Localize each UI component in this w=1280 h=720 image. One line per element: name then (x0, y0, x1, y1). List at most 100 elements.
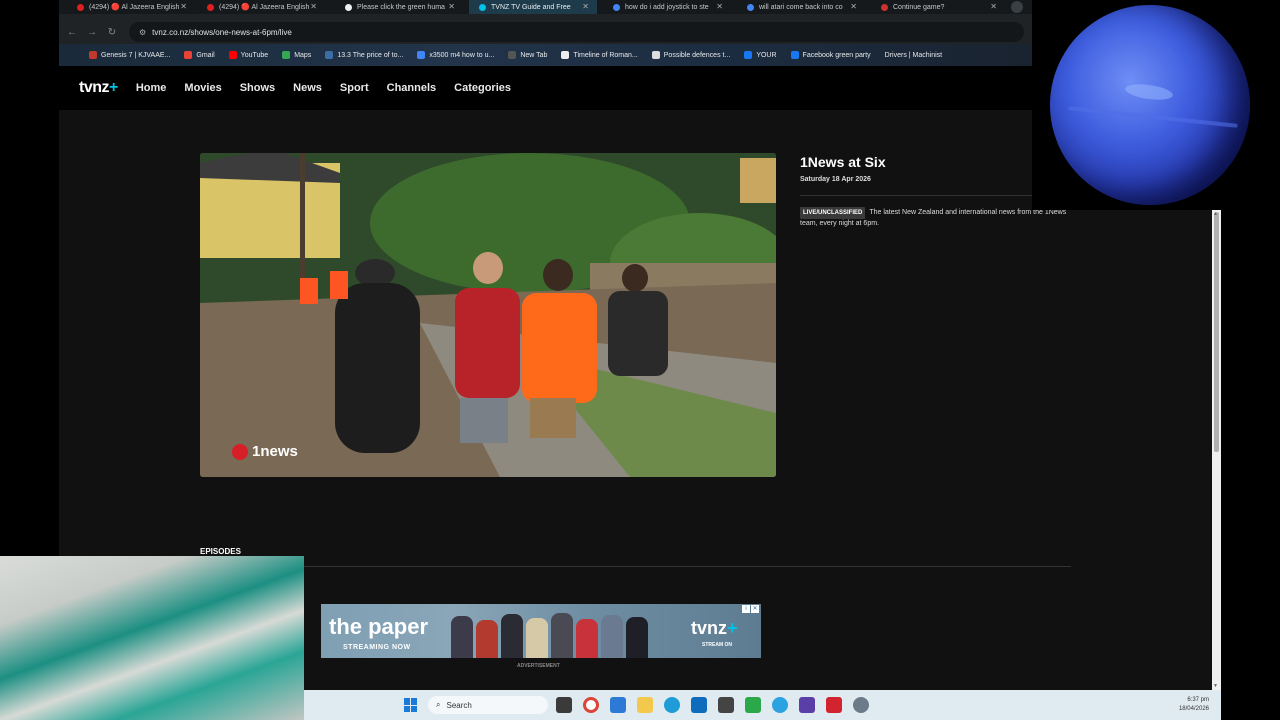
episodes-heading: EPISODES (200, 547, 241, 556)
bookmark-item[interactable]: Genesis 7 | KJVAAE... (89, 51, 170, 59)
bookmark-favicon-icon (417, 51, 426, 59)
browser-tab[interactable]: Please click the green huma ✕ (335, 0, 463, 14)
bookmark-item[interactable]: 13.3 The price of to... (325, 51, 403, 59)
1news-logo-icon (232, 443, 248, 460)
browser-tab[interactable]: (4294) 🔴 Al Jazeera English ✕ (197, 0, 325, 14)
reload-icon[interactable]: ↻ (105, 25, 119, 39)
bookmark-item[interactable]: Maps (282, 51, 311, 59)
bookmark-favicon-icon (651, 51, 660, 59)
nav-home[interactable]: Home (136, 82, 167, 94)
ad-brand-logo: tvnz+ (691, 618, 738, 639)
outlook-icon[interactable] (691, 697, 707, 713)
ad-brand-sub: STREAM ON (702, 642, 732, 648)
app-icon[interactable] (799, 697, 815, 713)
bookmark-label: New Tab (520, 51, 548, 59)
nav-shows[interactable]: Shows (240, 82, 275, 94)
close-icon[interactable]: ✕ (180, 2, 187, 11)
nav-categories[interactable]: Categories (454, 82, 511, 94)
tab-bar: (4294) 🔴 Al Jazeera English ✕ (4294) 🔴 A… (59, 0, 1032, 14)
classification-badge: LIVE/UNCLASSIFIED (800, 207, 866, 219)
forward-arrow-icon[interactable]: → (85, 25, 99, 39)
bookmark-label: YOUR (756, 51, 777, 59)
tvnz-logo[interactable]: tvnz+ (79, 79, 118, 97)
tab-favicon-icon (613, 3, 620, 11)
close-icon[interactable]: ✕ (990, 2, 997, 11)
1news-watermark-text: 1news (252, 443, 298, 460)
bookmark-item[interactable]: New Tab (508, 51, 547, 59)
nav-movies[interactable]: Movies (184, 82, 221, 94)
close-icon[interactable]: ✕ (582, 2, 589, 11)
ad-title: the paper (329, 614, 429, 639)
file-explorer-icon[interactable] (637, 697, 653, 713)
bookmark-label: Possible defences t... (663, 51, 731, 59)
browser-tab[interactable]: (4294) 🔴 Al Jazeera English ✕ (67, 0, 195, 14)
bookmark-label: Drivers | Machinist (884, 51, 943, 59)
bookmark-favicon-icon (790, 51, 799, 59)
video-frame (200, 153, 776, 477)
acrobat-icon[interactable] (826, 697, 842, 713)
back-arrow-icon[interactable]: ← (65, 25, 79, 39)
browser-tab[interactable]: Continue game? ✕ (871, 0, 1005, 14)
scrollbar-thumb[interactable] (1214, 212, 1219, 452)
bookmark-label: Timeline of Roman... (573, 51, 638, 59)
ad-brand-plus: + (727, 618, 738, 638)
bookmark-favicon-icon (282, 51, 291, 59)
browser-tab-active[interactable]: TVNZ TV Guide and Free ✕ (469, 0, 597, 14)
tab-favicon-icon (747, 3, 754, 11)
new-tab-button[interactable] (1011, 1, 1023, 13)
store-icon[interactable] (610, 697, 626, 713)
page-scrollbar[interactable] (1212, 210, 1221, 690)
bookmark-item[interactable]: Possible defences t... (651, 51, 731, 59)
nav-news[interactable]: News (293, 82, 322, 94)
scroll-down-icon[interactable]: ▼ (1213, 683, 1218, 689)
game-app-icon[interactable] (745, 697, 761, 713)
telegram-icon[interactable] (772, 697, 788, 713)
bookmark-label: 13.3 The price of to... (337, 51, 404, 59)
calculator-icon[interactable] (718, 697, 734, 713)
browser-tab[interactable]: how do i add joystick to ste ✕ (603, 0, 731, 14)
chrome-icon[interactable] (583, 697, 599, 713)
advertisement-banner[interactable]: the paper STREAMING NOW tvnz+ STREAM ON … (321, 604, 761, 658)
edge-icon[interactable] (664, 697, 680, 713)
task-view-icon[interactable] (556, 697, 572, 713)
clock-time: 6:37 pm (1187, 697, 1209, 703)
bookmark-favicon-icon (744, 51, 753, 59)
1news-watermark: 1news (232, 443, 298, 460)
bookmark-item[interactable]: x3500 m4 how to u... (417, 51, 494, 59)
screen: (4294) 🔴 Al Jazeera English ✕ (4294) 🔴 A… (0, 0, 1280, 720)
divider (200, 566, 1071, 567)
url-text: tvnz.co.nz/shows/one-news-at-6pm/live (152, 27, 292, 37)
ad-cast-image (451, 608, 676, 658)
browser-tab[interactable]: will atari come back into co ✕ (737, 0, 865, 14)
tab-favicon-icon (881, 3, 888, 11)
logo-text: tvnz (79, 79, 110, 96)
bookmark-favicon-icon (325, 51, 334, 59)
bookmark-item[interactable]: YouTube (228, 51, 269, 59)
close-icon[interactable]: ✕ (448, 2, 455, 11)
nav-sport[interactable]: Sport (340, 82, 369, 94)
video-player[interactable]: 1news (200, 153, 776, 477)
system-clock[interactable]: 6:37 pm 18/04/2026 (1179, 696, 1209, 714)
taskbar-search[interactable]: ⌕ Search (428, 696, 548, 714)
settings-gear-icon[interactable] (853, 697, 869, 713)
ad-info-icon[interactable]: i (742, 605, 750, 613)
windows-start-icon[interactable] (404, 698, 418, 712)
ad-subtitle: STREAMING NOW (343, 644, 411, 651)
close-icon[interactable]: ✕ (716, 2, 723, 11)
bookmark-item[interactable]: Timeline of Roman... (561, 51, 638, 59)
ad-close-icon[interactable]: ✕ (751, 605, 759, 613)
close-icon[interactable]: ✕ (310, 2, 317, 11)
bookmark-item[interactable]: Gmail (184, 51, 215, 59)
close-icon[interactable]: ✕ (850, 2, 857, 11)
logo-plus: + (109, 79, 118, 96)
bookmark-item[interactable]: YOUR (744, 51, 777, 59)
scroll-up-icon[interactable]: ▲ (1213, 211, 1218, 217)
clock-date: 18/04/2026 (1178, 706, 1209, 712)
show-date: Saturday 18 Apr 2026 (800, 176, 871, 183)
nav-channels[interactable]: Channels (387, 82, 437, 94)
site-info-icon[interactable]: ⚙ (139, 28, 146, 37)
bookmark-item[interactable]: Drivers | Machinist (885, 52, 942, 59)
bookmark-label: YouTube (240, 51, 269, 59)
bookmark-item[interactable]: Facebook green party (790, 51, 871, 59)
address-bar[interactable]: ⚙ tvnz.co.nz/shows/one-news-at-6pm/live (129, 22, 1024, 42)
